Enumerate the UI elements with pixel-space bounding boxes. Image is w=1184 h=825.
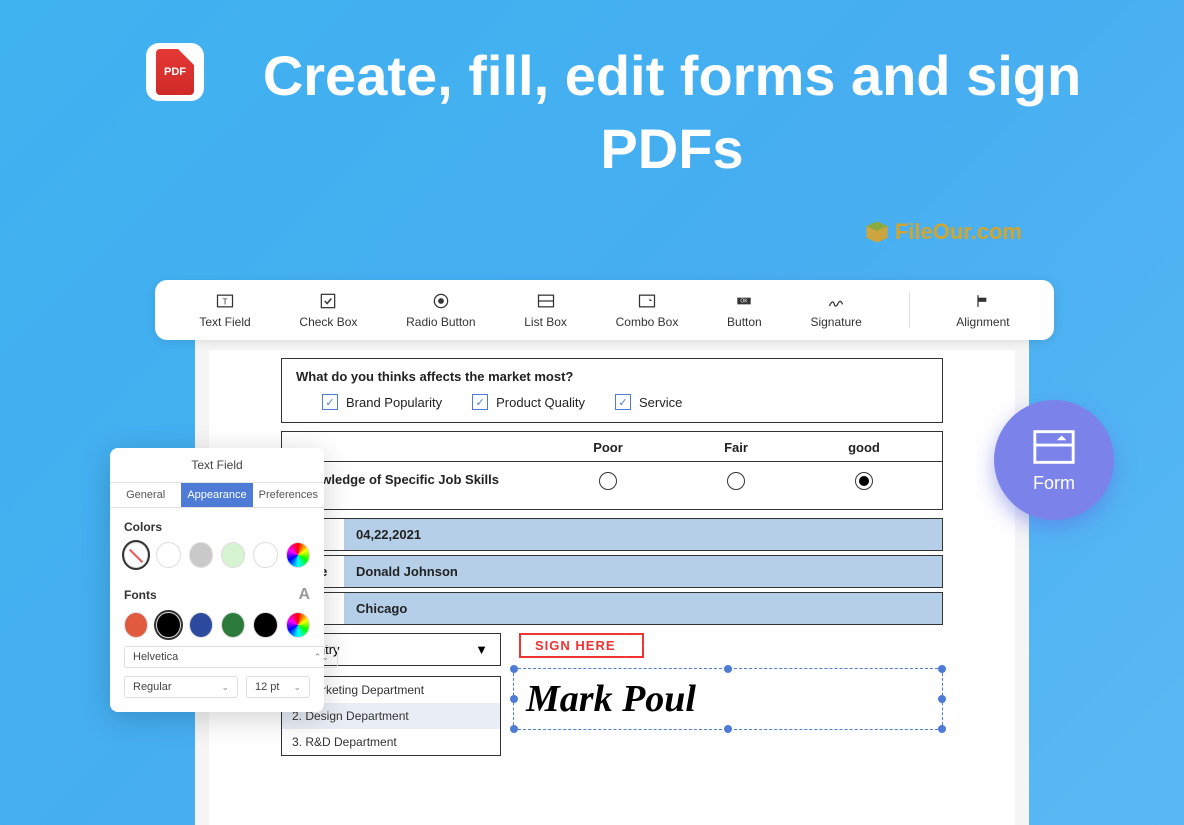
- checkbox-product-quality[interactable]: ✓Product Quality: [472, 394, 585, 410]
- tool-label: List Box: [524, 315, 567, 329]
- question-text: What do you thinks affects the market mo…: [296, 369, 928, 384]
- radio-icon: [431, 291, 451, 311]
- font-color-swatches: [110, 612, 324, 646]
- tab-appearance[interactable]: Appearance: [181, 483, 252, 507]
- pdf-icon: PDF: [156, 49, 194, 95]
- tool-signature[interactable]: Signature: [802, 287, 869, 333]
- resize-handle[interactable]: [724, 725, 732, 733]
- swatch-white[interactable]: [156, 542, 180, 568]
- text-field-icon: T: [215, 291, 235, 311]
- field-input-city[interactable]: Chicago: [344, 593, 942, 624]
- app-icon: PDF: [146, 43, 204, 101]
- watermark: FileOur.com: [863, 218, 1022, 246]
- tab-preferences[interactable]: Preferences: [253, 483, 324, 507]
- chevron-down-icon: ⌄: [221, 682, 229, 693]
- form-toolbar: T Text Field Check Box Radio Button List…: [155, 280, 1054, 340]
- properties-panel: Text Field General Appearance Preference…: [110, 448, 324, 712]
- field-city: City Chicago: [281, 592, 943, 625]
- swatch-black[interactable]: [156, 612, 180, 638]
- swatch-grey[interactable]: [189, 542, 213, 568]
- combobox-icon: [637, 291, 657, 311]
- fonts-heading: Fonts: [124, 588, 157, 602]
- tool-label: Radio Button: [406, 315, 475, 329]
- resize-handle[interactable]: [510, 695, 518, 703]
- form-badge: Form: [994, 400, 1114, 520]
- resize-handle[interactable]: [510, 665, 518, 673]
- checkbox-brand-popularity[interactable]: ✓Brand Popularity: [322, 394, 442, 410]
- font-weight-select[interactable]: Regular⌄: [124, 676, 238, 698]
- tool-label: Alignment: [956, 315, 1009, 329]
- alignment-icon: [973, 291, 993, 311]
- tab-general[interactable]: General: [110, 483, 181, 507]
- rating-row-label: Knowledge of Specific Job Skills: [296, 472, 544, 495]
- swatch-none[interactable]: [124, 542, 148, 568]
- tool-label: Text Field: [199, 315, 250, 329]
- chevron-down-icon: ▼: [475, 642, 488, 657]
- radio-poor[interactable]: [599, 472, 617, 490]
- check-icon: ✓: [472, 394, 488, 410]
- resize-handle[interactable]: [938, 665, 946, 673]
- updown-icon: ⌃⌄: [314, 652, 329, 663]
- rating-col-poor: Poor: [544, 440, 672, 455]
- radio-fair[interactable]: [727, 472, 745, 490]
- field-input-date[interactable]: 04,22,2021: [344, 519, 942, 550]
- svg-text:OK: OK: [741, 299, 749, 305]
- field-input-name[interactable]: Donald Johnson: [344, 556, 942, 587]
- color-swatches: [110, 542, 324, 576]
- check-icon: ✓: [615, 394, 631, 410]
- swatch-lightgreen[interactable]: [221, 542, 245, 568]
- swatch-navy[interactable]: [189, 612, 213, 638]
- tool-combo-box[interactable]: Combo Box: [608, 287, 687, 333]
- signature-text: Mark Poul: [526, 677, 930, 721]
- box-icon: [863, 218, 891, 246]
- swatch-black2[interactable]: [253, 612, 277, 638]
- tool-radio-button[interactable]: Radio Button: [398, 287, 483, 333]
- listbox-icon: [536, 291, 556, 311]
- tool-alignment[interactable]: Alignment: [948, 287, 1017, 333]
- swatch-custom[interactable]: [286, 612, 310, 638]
- tool-text-field[interactable]: T Text Field: [191, 287, 258, 333]
- resize-handle[interactable]: [938, 695, 946, 703]
- resize-handle[interactable]: [510, 725, 518, 733]
- button-icon: OK: [734, 291, 754, 311]
- tool-button[interactable]: OK Button: [719, 287, 770, 333]
- divider: [909, 292, 910, 328]
- sign-here-stamp: SIGN HERE: [519, 633, 644, 658]
- swatch-coral[interactable]: [124, 612, 148, 638]
- radio-good[interactable]: [855, 472, 873, 490]
- tool-label: Check Box: [299, 315, 357, 329]
- form-badge-icon: [1031, 427, 1077, 467]
- tool-label: Signature: [810, 315, 861, 329]
- resize-handle[interactable]: [938, 725, 946, 733]
- rating-col-fair: Fair: [672, 440, 800, 455]
- signature-field[interactable]: Mark Poul: [513, 668, 943, 730]
- hero-title: Create, fill, edit forms and sign PDFs: [240, 40, 1104, 186]
- check-icon: ✓: [322, 394, 338, 410]
- resize-handle[interactable]: [724, 665, 732, 673]
- tool-label: Combo Box: [616, 315, 679, 329]
- tool-check-box[interactable]: Check Box: [291, 287, 365, 333]
- checkbox-service[interactable]: ✓Service: [615, 394, 682, 410]
- swatch-custom[interactable]: [286, 542, 310, 568]
- panel-title: Text Field: [110, 458, 324, 472]
- swatch-white2[interactable]: [253, 542, 277, 568]
- font-size-select[interactable]: 12 pt⌄: [246, 676, 310, 698]
- tool-list-box[interactable]: List Box: [516, 287, 575, 333]
- rating-col-good: good: [800, 440, 928, 455]
- tool-label: Button: [727, 315, 762, 329]
- form-badge-label: Form: [1033, 473, 1075, 494]
- signature-icon: [826, 291, 846, 311]
- chevron-down-icon: ⌄: [293, 682, 301, 693]
- field-name: Name Donald Johnson: [281, 555, 943, 588]
- svg-text:T: T: [222, 296, 227, 306]
- field-date: Date 04,22,2021: [281, 518, 943, 551]
- list-item[interactable]: 3. R&D Department: [282, 729, 500, 755]
- font-style-icon[interactable]: A: [298, 586, 310, 604]
- checkbox-icon: [318, 291, 338, 311]
- font-family-select[interactable]: Helvetica⌃⌄: [124, 646, 338, 668]
- colors-heading: Colors: [110, 508, 324, 542]
- rating-section: Poor Fair good Knowledge of Specific Job…: [281, 431, 943, 510]
- question-section: What do you thinks affects the market mo…: [281, 358, 943, 423]
- swatch-green[interactable]: [221, 612, 245, 638]
